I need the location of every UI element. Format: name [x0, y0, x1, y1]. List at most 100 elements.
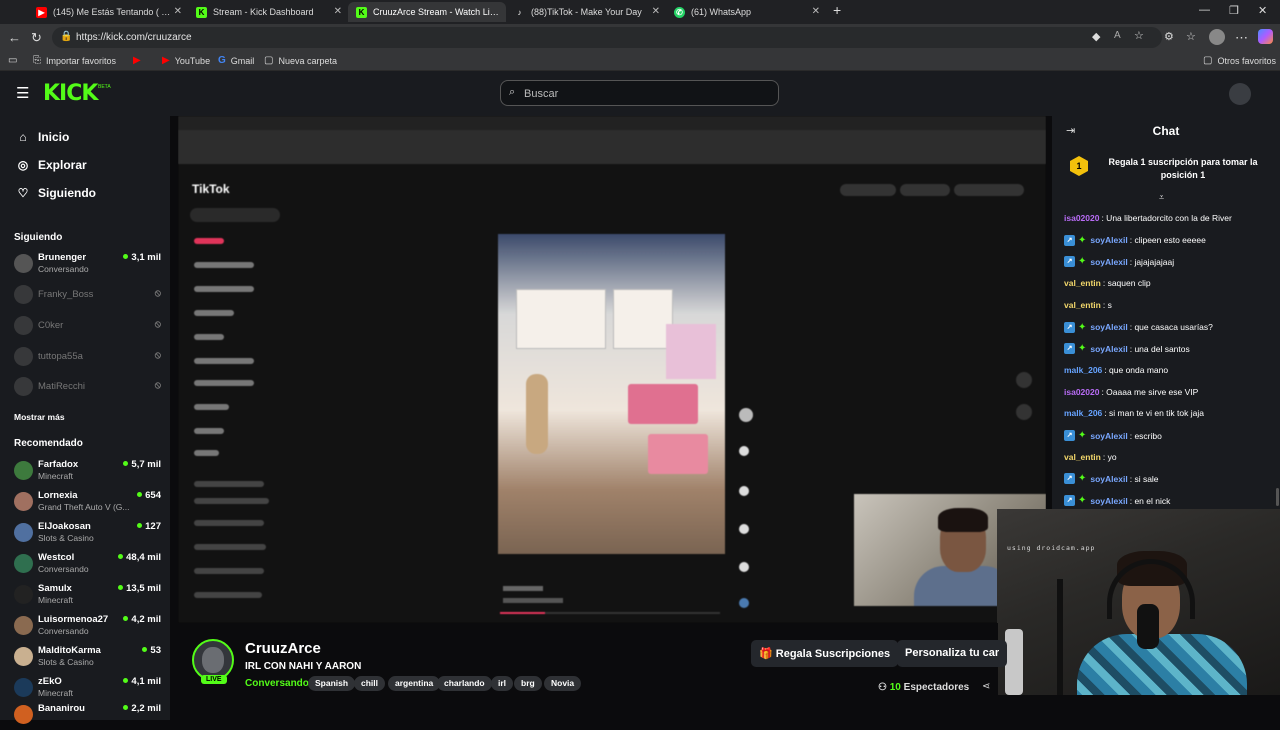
following-channel[interactable]: Brunenger Conversando 3,1 mil	[14, 251, 164, 279]
stream-tag[interactable]: brg	[514, 676, 542, 691]
chat-username[interactable]: soyAlexil	[1090, 431, 1127, 441]
bookmark-import[interactable]: ⎘ Importar favoritos	[33, 55, 116, 66]
avatar	[14, 523, 33, 542]
chat-message-text: : Una libertadorcito con la de River	[1101, 213, 1232, 223]
read-aloud-icon[interactable]: A	[1114, 30, 1121, 41]
favorites-icon[interactable]: ☆	[1186, 30, 1196, 43]
kick-logo[interactable]: KICK	[43, 81, 98, 106]
stream-category[interactable]: Conversando	[245, 678, 309, 689]
pinned-gift-message[interactable]: 1 Regala 1 suscripción para tomar la pos…	[1060, 152, 1272, 192]
chat-message-text: : una del santos	[1129, 343, 1190, 354]
chat-username[interactable]: isa02020	[1064, 213, 1099, 223]
menu-hamburger-icon[interactable]: ☰	[16, 84, 29, 102]
bookmark-youtube[interactable]: ▶ YouTube	[162, 55, 210, 66]
chat-username[interactable]: val_entin	[1064, 452, 1101, 462]
bookmark-gmail[interactable]: G Gmail	[218, 55, 254, 66]
chat-username[interactable]: malk_206	[1064, 408, 1102, 418]
chat-scrollbar[interactable]	[1276, 488, 1279, 506]
recommended-channel[interactable]: Samulx Minecraft 13,5 mil	[14, 582, 164, 610]
chat-username[interactable]: soyAlexil	[1090, 322, 1127, 332]
captured-menu-item	[194, 498, 269, 504]
tag-icon[interactable]: ◆	[1092, 30, 1100, 43]
bookmark-youtube-short[interactable]: ▶	[133, 55, 146, 66]
share-icon[interactable]: ⋖	[982, 681, 990, 692]
site-info-icon[interactable]: 🔒	[60, 31, 72, 42]
gift-icon: 🎁	[759, 648, 773, 660]
chat-username[interactable]: val_entin	[1064, 300, 1101, 310]
new-tab-icon[interactable]: +	[833, 2, 841, 18]
recommended-channel[interactable]: Westcol Conversando 48,4 mil	[14, 551, 164, 579]
minimize-icon[interactable]: —	[1199, 4, 1210, 16]
bookmark-folder[interactable]: ▢ Nueva carpeta	[264, 55, 337, 66]
browser-tab-tiktok[interactable]: ♪ (88)TikTok - Make Your Day ✕	[506, 2, 666, 22]
other-bookmarks[interactable]: ▢ Otros favoritos	[1203, 55, 1276, 66]
user-avatar[interactable]	[1229, 83, 1251, 105]
maximize-icon[interactable]: ❐	[1229, 4, 1239, 17]
chat-username[interactable]: malk_206	[1064, 365, 1102, 375]
search-input[interactable]: ⌕ Buscar	[500, 80, 779, 106]
chat-username[interactable]: soyAlexil	[1090, 257, 1127, 267]
chat-message: ↗ ✦ soyAlexil: escribo	[1064, 430, 1276, 441]
chat-username[interactable]: val_entin	[1064, 278, 1101, 288]
stream-tag[interactable]: Novia	[544, 676, 582, 691]
avatar	[14, 347, 33, 366]
chat-username[interactable]: soyAlexil	[1090, 474, 1127, 484]
browser-tab-whatsapp[interactable]: ✆ (61) WhatsApp ✕	[666, 2, 826, 22]
moderator-badge-icon: ↗	[1064, 430, 1075, 441]
recommended-channel[interactable]: Lornexia Grand Theft Auto V (G... 654	[14, 489, 164, 517]
following-channel[interactable]: tuttopa55a ⦸	[14, 344, 164, 372]
youtube-icon: ▶	[133, 55, 141, 66]
recommended-channel[interactable]: ElJoakosan Slots & Casino 127	[14, 520, 164, 548]
gift-subscriptions-button[interactable]: 🎁 Regala Suscripciones	[751, 640, 899, 667]
expand-pinned-icon[interactable]: ⩡	[1159, 192, 1164, 203]
stream-tag[interactable]: argentina	[388, 676, 441, 691]
reload-icon[interactable]: ↻	[31, 30, 42, 46]
close-tab-icon[interactable]: ✕	[652, 6, 660, 17]
recommended-channel[interactable]: MalditoKarma Slots & Casino 53	[14, 644, 164, 672]
extensions-icon[interactable]: ⚙	[1164, 30, 1174, 43]
chat-username[interactable]: soyAlexil	[1090, 235, 1127, 245]
following-channel[interactable]: MatiRecchi ⦸	[14, 374, 164, 402]
show-more-link[interactable]: Mostrar más	[14, 412, 65, 422]
back-icon[interactable]: ←	[8, 30, 21, 45]
nav-siguiendo[interactable]: ♡ Siguiendo	[14, 186, 96, 200]
sidebar-toggle-icon[interactable]: ▭	[8, 55, 22, 66]
profile-avatar[interactable]	[1209, 29, 1225, 45]
chat-username[interactable]: isa02020	[1064, 387, 1099, 397]
recommended-channel[interactable]: Farfadox Minecraft 5,7 mil	[14, 458, 164, 486]
nav-inicio[interactable]: ⌂ Inicio	[14, 130, 69, 144]
stream-tag[interactable]: chill	[354, 676, 386, 691]
stream-screen-capture: TikTok	[178, 116, 1046, 623]
close-window-icon[interactable]: ✕	[1258, 4, 1267, 17]
live-dot-icon	[123, 461, 129, 466]
favorite-star-icon[interactable]: ☆	[1134, 29, 1144, 42]
stream-tag[interactable]: charlando	[437, 676, 492, 691]
close-tab-icon[interactable]: ✕	[174, 6, 182, 17]
chat-username[interactable]: soyAlexil	[1090, 344, 1127, 354]
close-tab-icon[interactable]: ✕	[812, 6, 820, 17]
stream-tag[interactable]: irl	[491, 676, 514, 691]
close-tab-icon[interactable]: ✕	[334, 6, 342, 17]
browser-tab-youtube[interactable]: ▶ (145) Me Estás Tentando ( Turreo ✕	[28, 2, 188, 22]
recommended-channel[interactable]: zEkO Minecraft 4,1 mil	[14, 675, 164, 703]
browser-tab-kick-dashboard[interactable]: K Stream - Kick Dashboard ✕	[188, 2, 348, 22]
more-menu-icon[interactable]: ⋯	[1235, 30, 1248, 46]
customize-button[interactable]: Personaliza tu car	[897, 640, 1007, 667]
recommended-channel[interactable]: Luisormenoa27 Conversando 4,2 mil	[14, 613, 164, 641]
chat-username[interactable]: soyAlexil	[1090, 496, 1127, 506]
following-channel[interactable]: Franky_Boss ⦸	[14, 282, 164, 310]
live-dot-icon	[123, 678, 129, 683]
streamer-name[interactable]: CruuzArce	[245, 640, 321, 657]
nav-explorar[interactable]: ◎ Explorar	[14, 158, 87, 172]
recommended-channel[interactable]: Bananirou 2,2 mil	[14, 702, 164, 730]
video-player[interactable]: TikTok	[178, 116, 1046, 623]
url-field[interactable]: 🔒 https://kick.com/cruuzarce ◆ A ☆	[52, 27, 1162, 48]
following-channel[interactable]: C0ker ⦸	[14, 313, 164, 341]
youtube-icon: ▶	[162, 55, 170, 66]
live-dot-icon	[142, 647, 148, 652]
browser-tab-cruuzarce[interactable]: K CruuzArce Stream - Watch Live o	[348, 2, 506, 22]
stream-tag[interactable]: Spanish	[308, 676, 356, 691]
copilot-icon[interactable]	[1258, 29, 1273, 44]
chat-message-text: : jajajajajaaj	[1129, 256, 1175, 267]
captured-menu-item	[194, 568, 264, 574]
